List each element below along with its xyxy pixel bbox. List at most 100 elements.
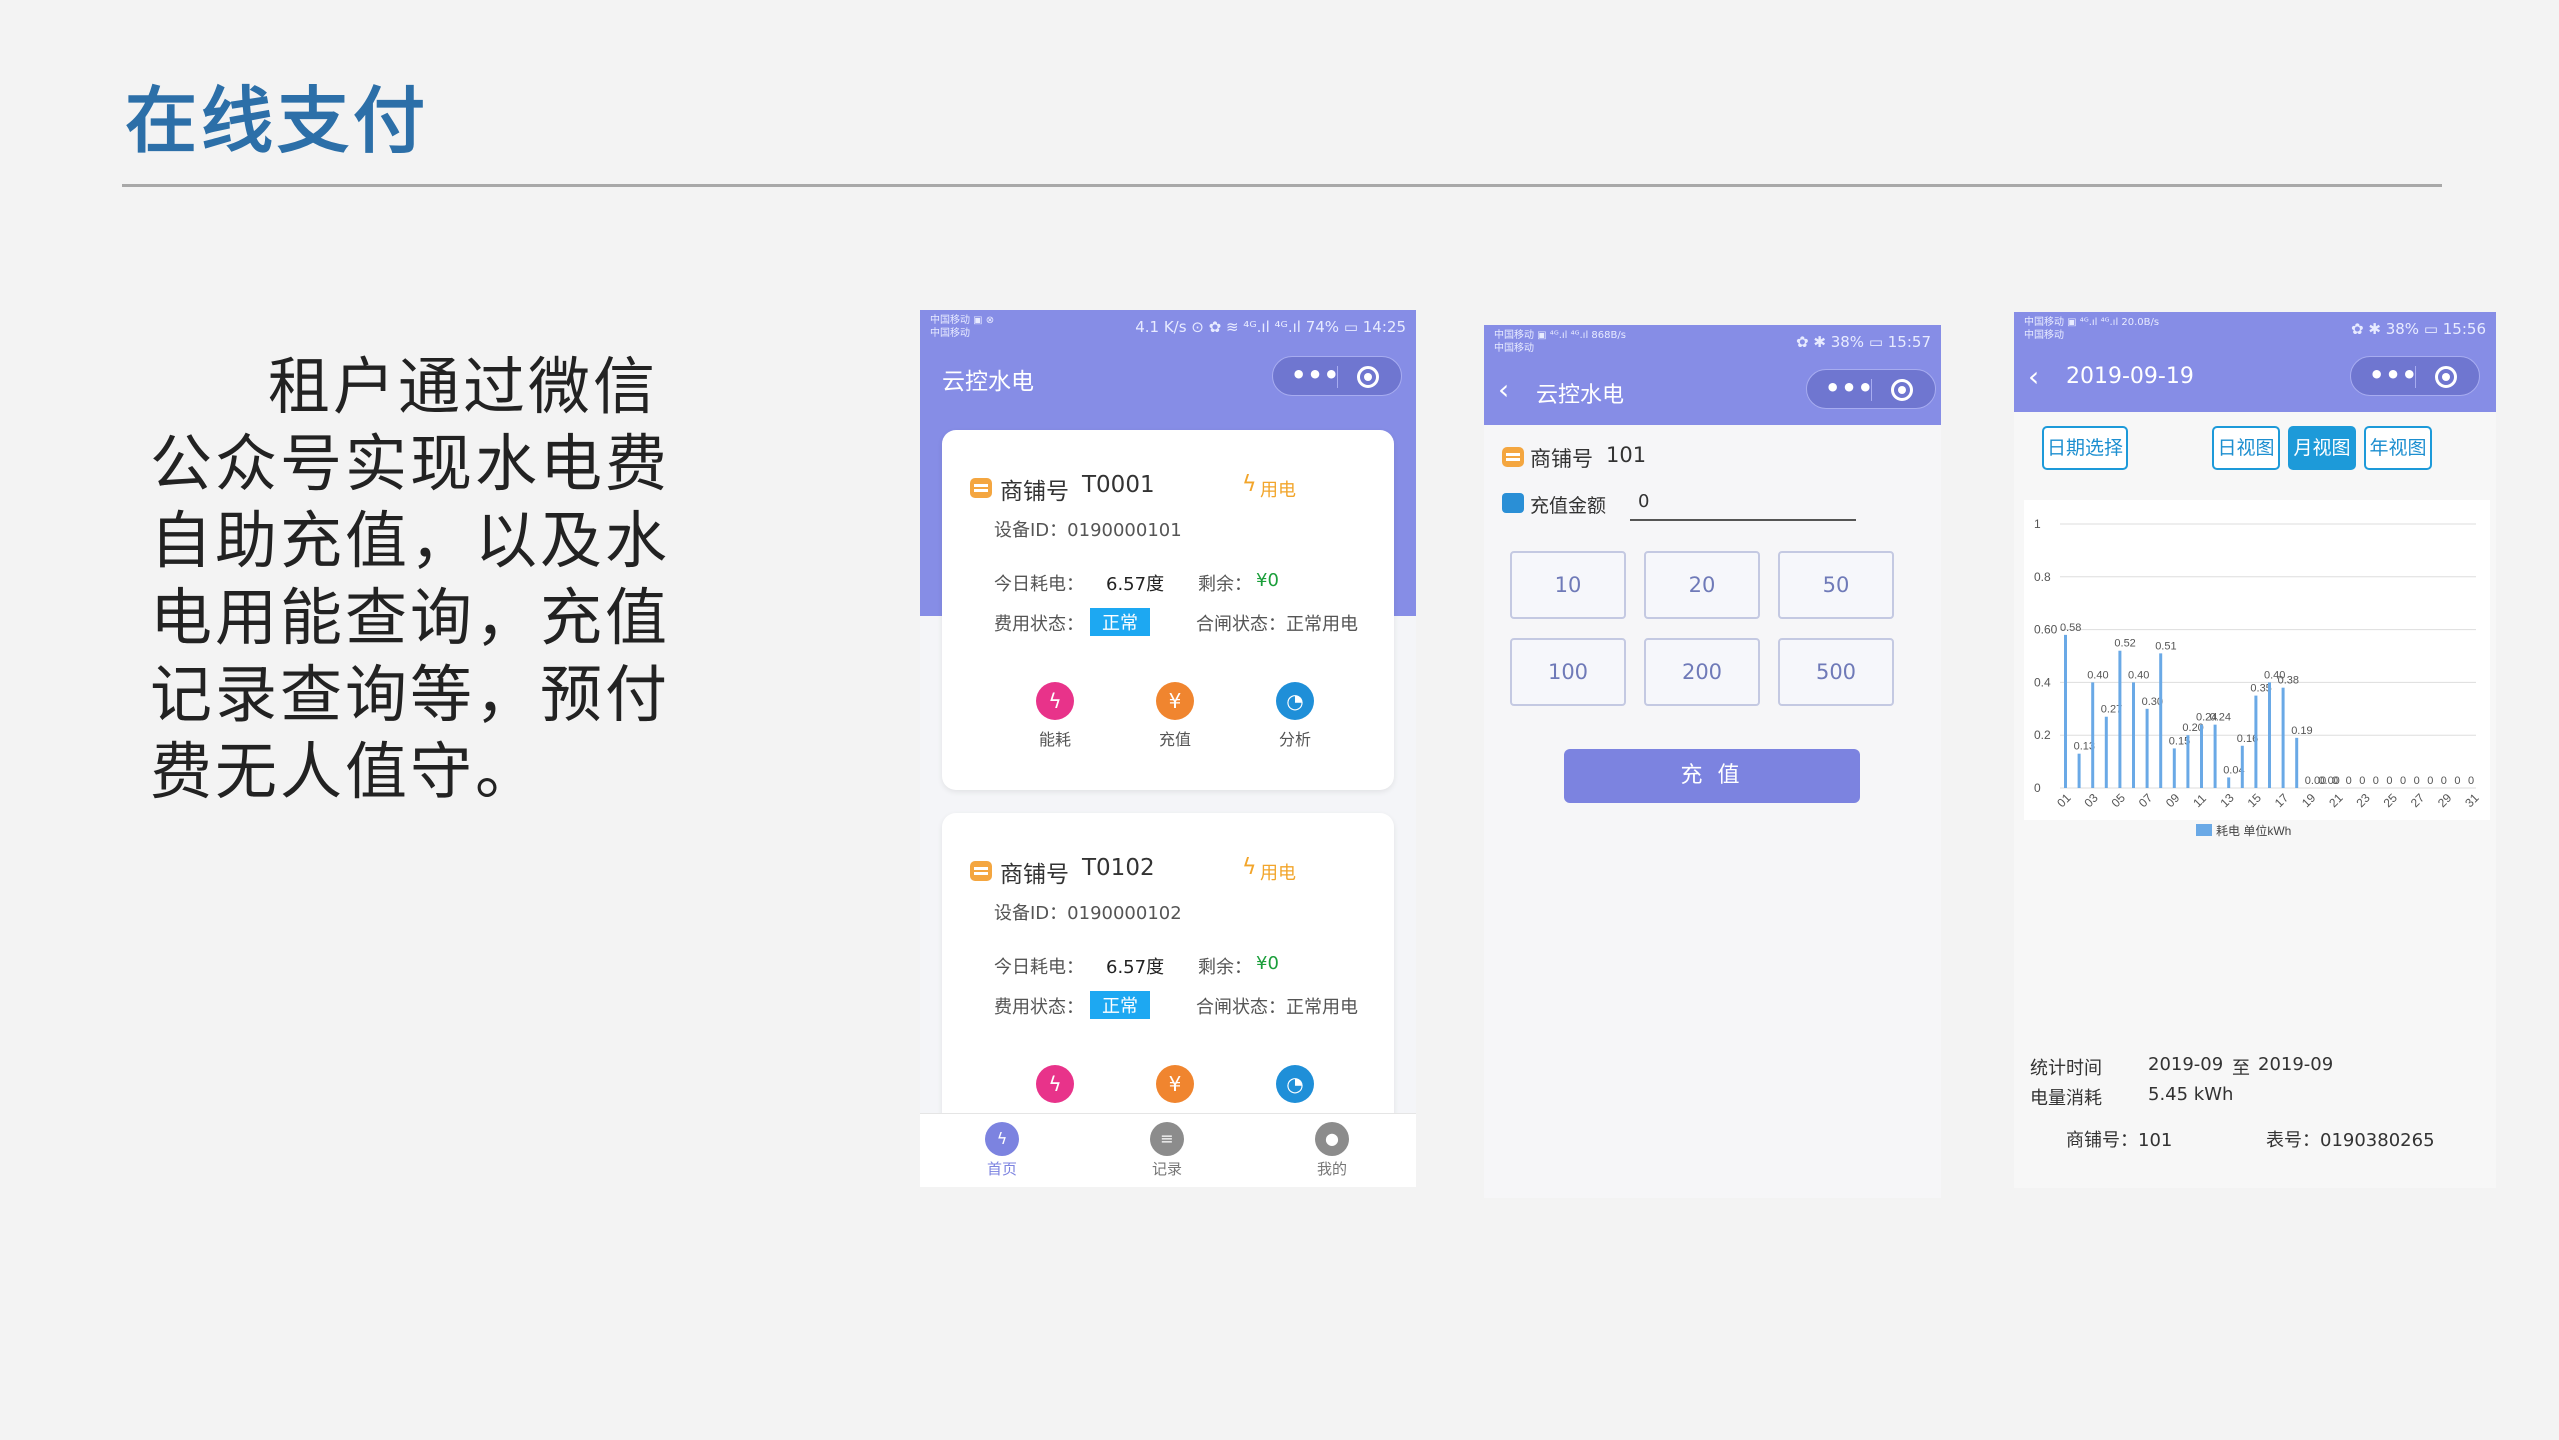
chart-data-label: 0: [2468, 775, 2474, 787]
amount-option[interactable]: 10: [1510, 551, 1626, 619]
switch-status: 合闸状态：正常用电: [1196, 997, 1358, 1018]
chart-bar: [2104, 716, 2108, 788]
recharge-submit-button[interactable]: 充 值: [1564, 749, 1860, 803]
stat-time-to-word: 至: [2232, 1058, 2250, 1079]
energy-icon[interactable]: ϟ: [1036, 1065, 1074, 1103]
chart-bar: [2268, 682, 2271, 788]
back-chevron-icon[interactable]: ‹: [1498, 373, 1509, 406]
stat-time-to: 2019-09: [2258, 1054, 2334, 1075]
meter-type: 用电: [1260, 480, 1296, 501]
action-analysis[interactable]: 分析: [1265, 726, 1325, 750]
stat-time-from: 2019-09: [2148, 1054, 2224, 1075]
recharge-icon[interactable]: ¥: [1156, 682, 1194, 720]
chart-bar: [2254, 695, 2258, 788]
balance-value: ¥0: [1256, 570, 1279, 591]
usage-label: 今日耗电：: [994, 957, 1084, 978]
shop-icon: [970, 478, 992, 498]
balance-label: 剩余：: [1198, 574, 1252, 595]
close-target-icon[interactable]: [2435, 366, 2457, 388]
tab-home[interactable]: ϟ 首页: [962, 1122, 1042, 1179]
chart-legend-swatch: [2196, 824, 2212, 836]
analysis-pie-icon[interactable]: ◔: [1276, 1065, 1314, 1103]
chart-data-label: 0: [2400, 775, 2406, 787]
chart-y-tick-label: 1: [2034, 517, 2041, 531]
tab-records[interactable]: ≡ 记录: [1127, 1122, 1207, 1179]
usage-label: 今日耗电：: [994, 574, 1084, 595]
chart-data-label: 0.24: [2210, 712, 2231, 724]
chart-data-label: 0.51: [2155, 640, 2176, 652]
shop-icon: [1502, 447, 1524, 467]
records-icon: ≡: [1150, 1122, 1184, 1156]
phone-recharge-screen: 中国移动 ▣ ⁴ᴳ.ıl ⁴ᴳ.ıl 868B/s 中国移动 ✿ ✱ 38% ▭ …: [1484, 325, 1941, 1198]
app-title: 云控水电: [942, 369, 1034, 395]
month-view-button[interactable]: 月视图: [2288, 426, 2356, 470]
shop-icon: [970, 861, 992, 881]
chart-bar: [2213, 724, 2217, 788]
chart-data-label: 0.58: [2060, 622, 2081, 634]
fee-status-badge: 正常: [1090, 991, 1150, 1019]
balance-value: ¥0: [1256, 953, 1279, 974]
chart-data-label: 0.40: [2087, 669, 2108, 681]
back-chevron-icon[interactable]: ‹: [2028, 360, 2039, 393]
more-icon[interactable]: •••: [1825, 374, 1874, 402]
fee-status-label: 费用状态：: [994, 614, 1084, 635]
year-view-button[interactable]: 年视图: [2364, 426, 2432, 470]
usage-value: 6.57度: [1106, 574, 1165, 595]
action-recharge[interactable]: 充值: [1145, 726, 1205, 750]
chart-bar: [2281, 687, 2285, 788]
miniprogram-capsule[interactable]: •••: [2350, 356, 2480, 396]
miniprogram-capsule[interactable]: •••: [1272, 356, 1402, 396]
chart-bar: [2064, 634, 2067, 788]
date-title: 2019-09-19: [2066, 364, 2194, 389]
status-bar: 中国移动 ▣ ⁴ᴳ.ıl ⁴ᴳ.ıl 20.0B/s 中国移动 ✿ ✱ 38% ▭…: [2024, 317, 2486, 341]
shop-number: T0102: [1082, 855, 1155, 881]
chart-data-label: 0.52: [2114, 638, 2135, 650]
chart-bar: [2240, 745, 2244, 788]
amount-option[interactable]: 100: [1510, 638, 1626, 706]
more-icon[interactable]: •••: [2369, 361, 2418, 389]
amount-option[interactable]: 500: [1778, 638, 1894, 706]
more-icon[interactable]: •••: [1291, 361, 1340, 389]
chart-data-label: 0: [2373, 775, 2379, 787]
status-bar: 中国移动 ▣ ⊗ 中国移动 4.1 K/s ⊙ ✿ ≋ ⁴ᴳ.ıl ⁴ᴳ.ıl 7…: [930, 315, 1406, 339]
analysis-pie-icon[interactable]: ◔: [1276, 682, 1314, 720]
lightning-icon: ϟ: [1242, 472, 1257, 497]
miniprogram-capsule[interactable]: •••: [1806, 369, 1936, 409]
status-bar: 中国移动 ▣ ⁴ᴳ.ıl ⁴ᴳ.ıl 868B/s 中国移动 ✿ ✱ 38% ▭ …: [1494, 330, 1931, 354]
chart-data-label: 0: [2386, 775, 2392, 787]
day-view-button[interactable]: 日视图: [2212, 426, 2280, 470]
amount-option[interactable]: 20: [1644, 551, 1760, 619]
app-navbar: ‹ 云控水电 •••: [1484, 361, 1941, 423]
close-target-icon[interactable]: [1357, 366, 1379, 388]
slide-body-text: 租户通过微信公众号实现水电费自助充值，以及水电用能查询，充值记录查询等，预付费无…: [150, 350, 671, 808]
chart-bar: [2172, 748, 2176, 788]
amount-input[interactable]: 0: [1630, 485, 1856, 521]
shop-card[interactable]: 商铺号 T0001 ϟ 用电 设备ID：0190000101 今日耗电： 6.5…: [942, 430, 1394, 790]
app-title: 云控水电: [1536, 383, 1625, 408]
shop-number: T0001: [1082, 472, 1155, 498]
chart-bar: [2145, 708, 2149, 788]
shop-label: 商铺号: [1000, 862, 1069, 888]
meter-number: 表号：0190380265: [2266, 1130, 2435, 1151]
amount-option[interactable]: 200: [1644, 638, 1760, 706]
chart-data-label: 0: [2332, 775, 2338, 787]
chart-data-label: 0: [2346, 775, 2352, 787]
app-navbar: ‹ 2019-09-19 •••: [2014, 348, 2496, 410]
close-target-icon[interactable]: [1891, 379, 1913, 401]
chart-y-tick-label: 0: [2034, 781, 2041, 795]
balance-label: 剩余：: [1198, 957, 1252, 978]
recharge-icon[interactable]: ¥: [1156, 1065, 1194, 1103]
action-energy[interactable]: 能耗: [1025, 726, 1085, 750]
amount-label: 充值金额: [1530, 495, 1607, 517]
chart-bar: [2159, 653, 2163, 788]
chart-data-label: 0.38: [2278, 675, 2299, 687]
amount-option[interactable]: 50: [1778, 551, 1894, 619]
shop-number: 101: [1606, 443, 1647, 467]
chart-bar: [2200, 724, 2203, 788]
energy-icon[interactable]: ϟ: [1036, 682, 1074, 720]
shop-label: 商铺号: [1530, 447, 1593, 471]
fee-status-badge: 正常: [1090, 608, 1150, 636]
date-select-button[interactable]: 日期选择: [2042, 426, 2128, 470]
tab-mine[interactable]: ● 我的: [1292, 1122, 1372, 1179]
title-divider: [122, 184, 2442, 187]
